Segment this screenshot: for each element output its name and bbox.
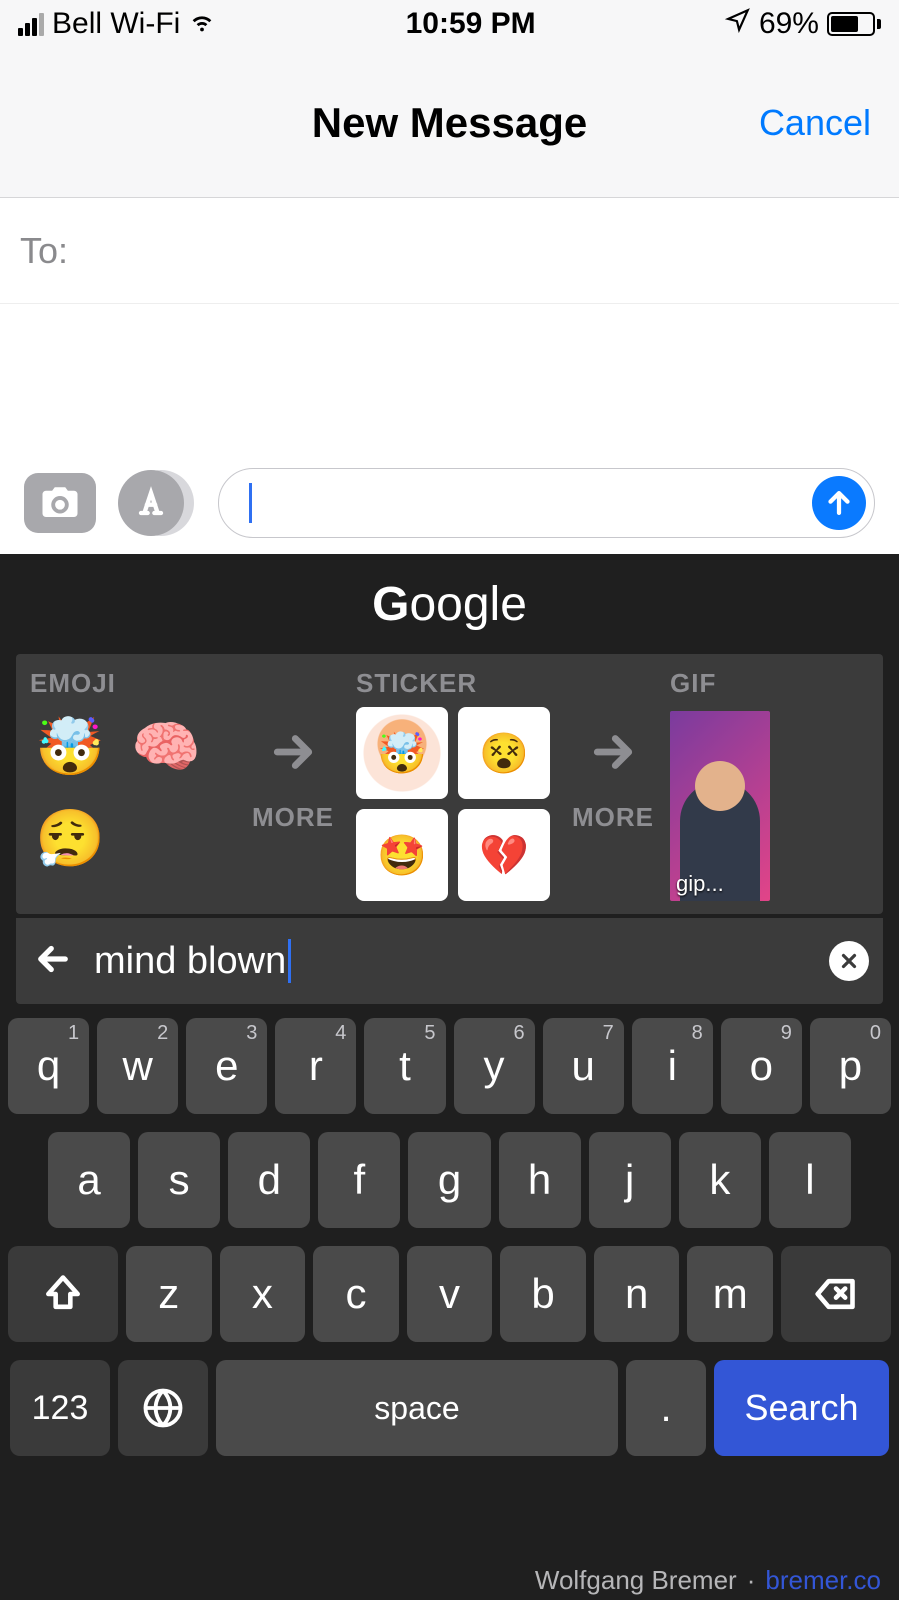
key-q[interactable]: q1 <box>8 1018 89 1114</box>
key-f[interactable]: f <box>318 1132 400 1228</box>
status-time: 10:59 PM <box>406 7 536 41</box>
key-j[interactable]: j <box>589 1132 671 1228</box>
send-button[interactable] <box>812 476 866 530</box>
globe-key[interactable] <box>118 1360 208 1456</box>
key-l[interactable]: l <box>769 1132 851 1228</box>
sticker-header: STICKER <box>356 668 550 699</box>
sticker-result[interactable]: 🤯 <box>356 707 448 799</box>
symbols-key[interactable]: 123 <box>10 1360 110 1456</box>
key-d[interactable]: d <box>228 1132 310 1228</box>
emoji-result[interactable]: 🧠 <box>126 707 206 787</box>
watermark: Wolfgang Bremer·bremer.co <box>535 1565 881 1596</box>
key-u[interactable]: u7 <box>543 1018 624 1114</box>
key-g[interactable]: g <box>408 1132 490 1228</box>
message-body <box>0 304 899 464</box>
space-key[interactable]: space <box>216 1360 618 1456</box>
shift-key[interactable] <box>8 1246 118 1342</box>
emoji-result[interactable]: 🤯 <box>30 707 110 787</box>
arrow-right-icon <box>586 725 640 784</box>
gif-result[interactable]: gip... <box>670 711 770 901</box>
key-n[interactable]: n <box>594 1246 680 1342</box>
cellular-signal-icon <box>18 13 44 36</box>
cancel-button[interactable]: Cancel <box>759 102 871 144</box>
key-m[interactable]: m <box>687 1246 773 1342</box>
key-a[interactable]: a <box>48 1132 130 1228</box>
key-t[interactable]: t5 <box>364 1018 445 1114</box>
battery-percent: 69% <box>759 7 819 41</box>
key-s[interactable]: s <box>138 1132 220 1228</box>
more-label: MORE <box>252 802 334 833</box>
more-sticker-button[interactable]: MORE <box>564 654 662 914</box>
key-z[interactable]: z <box>126 1246 212 1342</box>
sticker-result[interactable]: 😵 <box>458 707 550 799</box>
keyboard-keys: q1w2e3r4t5y6u7i8o9p0 asdfghjkl zxcvbnm 1… <box>0 1004 899 1462</box>
key-i[interactable]: i8 <box>632 1018 713 1114</box>
key-p[interactable]: p0 <box>810 1018 891 1114</box>
apps-button[interactable] <box>118 470 196 536</box>
key-e[interactable]: e3 <box>186 1018 267 1114</box>
to-field[interactable]: To: <box>0 198 899 304</box>
keyboard-panel: Google EMOJI 🤯 🧠 😮‍💨 MORE STICKER 🤯 😵 🤩 … <box>0 554 899 1600</box>
gboard-search-input[interactable]: mind blown <box>94 939 809 983</box>
carrier-label: Bell Wi-Fi <box>52 7 180 41</box>
google-logo: Google <box>0 554 899 654</box>
emoji-section: EMOJI 🤯 🧠 😮‍💨 <box>16 654 244 914</box>
gif-header: GIF <box>670 668 770 699</box>
key-k[interactable]: k <box>679 1132 761 1228</box>
period-key[interactable]: . <box>626 1360 706 1456</box>
location-icon <box>725 7 751 41</box>
sticker-result[interactable]: 💔 <box>458 809 550 901</box>
back-button[interactable] <box>32 938 74 985</box>
emoji-header: EMOJI <box>30 668 230 699</box>
suggestion-strip: EMOJI 🤯 🧠 😮‍💨 MORE STICKER 🤯 😵 🤩 💔 MORE <box>16 654 883 914</box>
camera-button[interactable] <box>24 473 96 533</box>
key-v[interactable]: v <box>407 1246 493 1342</box>
page-title: New Message <box>312 99 587 147</box>
message-input[interactable] <box>218 468 875 538</box>
key-o[interactable]: o9 <box>721 1018 802 1114</box>
arrow-right-icon <box>266 725 320 784</box>
to-label: To: <box>20 230 68 272</box>
more-label: MORE <box>572 802 654 833</box>
key-x[interactable]: x <box>220 1246 306 1342</box>
wifi-icon <box>188 6 216 42</box>
emoji-result[interactable]: 😮‍💨 <box>30 799 110 879</box>
sticker-result[interactable]: 🤩 <box>356 809 448 901</box>
gif-caption: gip... <box>676 871 724 897</box>
backspace-key[interactable] <box>781 1246 891 1342</box>
key-h[interactable]: h <box>499 1132 581 1228</box>
key-w[interactable]: w2 <box>97 1018 178 1114</box>
key-c[interactable]: c <box>313 1246 399 1342</box>
status-left: Bell Wi-Fi <box>18 6 216 42</box>
nav-header: New Message Cancel <box>0 48 899 198</box>
status-bar: Bell Wi-Fi 10:59 PM 69% <box>0 0 899 48</box>
sticker-section: STICKER 🤯 😵 🤩 💔 <box>342 654 564 914</box>
key-y[interactable]: y6 <box>454 1018 535 1114</box>
status-right: 69% <box>725 7 881 41</box>
clear-button[interactable] <box>829 941 869 981</box>
key-r[interactable]: r4 <box>275 1018 356 1114</box>
gboard-search-row: mind blown <box>16 918 883 1004</box>
key-b[interactable]: b <box>500 1246 586 1342</box>
more-emoji-button[interactable]: MORE <box>244 654 342 914</box>
gif-section: GIF gip... <box>662 654 770 914</box>
input-bar <box>0 464 899 554</box>
battery-icon <box>827 12 881 36</box>
search-key[interactable]: Search <box>714 1360 889 1456</box>
text-cursor <box>249 483 252 523</box>
